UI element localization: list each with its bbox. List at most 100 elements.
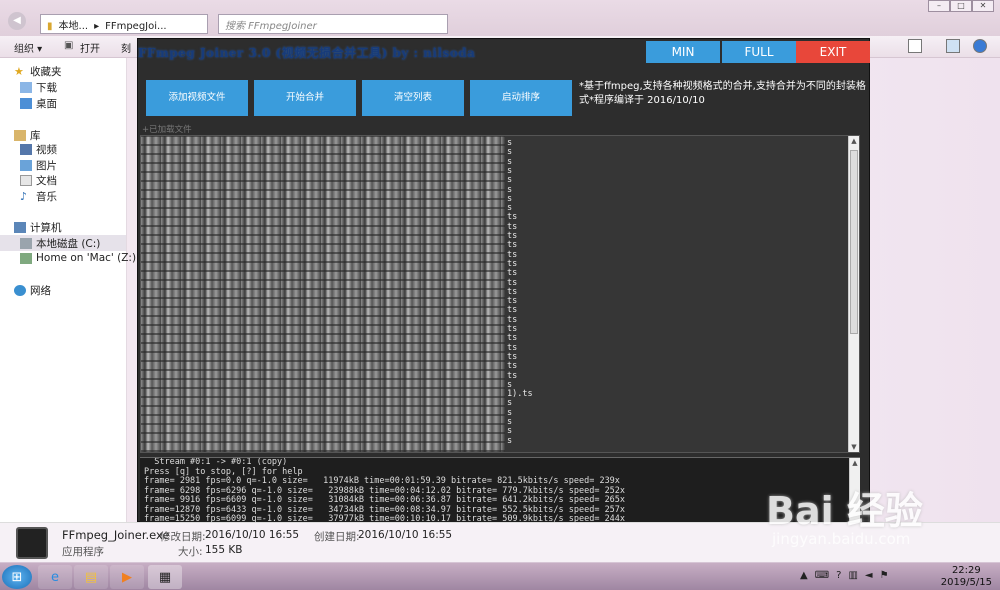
network-tray-icon[interactable]: ▥ xyxy=(848,570,857,581)
sidebar-item-label: 网络 xyxy=(30,285,51,297)
sidebar-item-computer[interactable]: 计算机 xyxy=(14,220,62,235)
address-bar[interactable]: ▮ 本地... ▸ FFmpegJoi... xyxy=(40,14,208,34)
view-icon[interactable] xyxy=(908,39,922,53)
detail-size: 155 KB xyxy=(205,544,243,556)
nav-buttons: ◀ xyxy=(8,12,26,30)
network-drive-icon xyxy=(20,252,32,264)
sidebar-item-pictures[interactable]: 图片 xyxy=(20,158,57,173)
sidebar-item-label: 计算机 xyxy=(30,222,62,234)
baidu-watermark-url: jingyan.baidu.com xyxy=(772,530,911,548)
help-tray-icon[interactable]: ? xyxy=(836,570,841,581)
file-list-item[interactable]: ts xyxy=(507,334,517,343)
video-icon xyxy=(20,144,32,155)
sidebar-item-label: 图片 xyxy=(36,160,57,172)
sidebar-item-desktop[interactable]: 桌面 xyxy=(20,96,57,111)
open-button[interactable]: 打开 xyxy=(80,40,100,55)
sidebar-item-network[interactable]: 网络 xyxy=(14,283,51,298)
sort-button[interactable]: 启动排序 xyxy=(470,80,572,116)
sidebar-item-favorites[interactable]: ★ 收藏夹 xyxy=(14,64,62,79)
detail-size-label: 大小: xyxy=(178,546,203,558)
scroll-up-icon[interactable]: ▲ xyxy=(849,136,859,146)
detail-filetype: 应用程序 xyxy=(62,546,104,558)
clock-date: 2019/5/15 xyxy=(940,577,992,588)
sidebar-item-label: 下载 xyxy=(36,82,57,94)
list-scrollbar[interactable]: ▲ ▼ xyxy=(848,136,859,452)
sidebar-item-documents[interactable]: 文档 xyxy=(20,173,57,188)
back-icon[interactable]: ◀ xyxy=(8,12,26,30)
taskbar: ⊞ e ▤ ▶ ▦ ▲ ⌨ ? ▥ ◄ ⚑ 22:29 2019/5/15 xyxy=(0,562,1000,590)
flag-icon[interactable]: ⚑ xyxy=(880,570,889,581)
sidebar-item-label: 库 xyxy=(30,130,41,142)
sidebar-item-music[interactable]: ♪ 音乐 xyxy=(20,189,57,204)
window-controls: – □ ✕ xyxy=(928,0,994,12)
document-icon xyxy=(20,175,32,186)
file-list[interactable]: s s s s s s s s ts ts ts ts ts ts ts ts ts ts ts ts ts ts ts ts… xyxy=(140,135,860,453)
file-list-item[interactable]: ts xyxy=(507,269,517,278)
organize-button[interactable]: 组织 ▾ xyxy=(14,40,42,55)
ie-icon[interactable]: e xyxy=(38,565,72,589)
explorer-icon[interactable]: ▤ xyxy=(74,565,108,589)
full-button[interactable]: FULL xyxy=(722,41,796,63)
close-icon[interactable]: ✕ xyxy=(972,0,994,12)
app-note: *基于ffmpeg,支持各种视频格式的合并,支持合并为不同的封装格式*程序编译于… xyxy=(579,81,866,106)
sidebar-item-label: 文档 xyxy=(36,175,57,187)
explorer-titlebar: ◀ ▮ 本地... ▸ FFmpegJoi... 搜索 FFmpegJoiner – … xyxy=(0,0,1000,36)
sidebar-item-label: 本地磁盘 (C:) xyxy=(36,238,101,250)
min-button[interactable]: MIN xyxy=(646,41,720,63)
sidebar-item-home-mac[interactable]: Home on 'Mac' (Z:) xyxy=(20,252,136,264)
show-hidden-icon[interactable]: ▲ xyxy=(800,570,808,581)
file-list-item[interactable]: ts xyxy=(507,362,517,371)
keyboard-icon[interactable]: ⌨ xyxy=(815,570,829,581)
sidebar-item-videos[interactable]: 视频 xyxy=(20,142,57,157)
file-list-item[interactable]: ts xyxy=(507,241,517,250)
add-video-button[interactable]: 添加视频文件 xyxy=(146,80,248,116)
address-part-2[interactable]: FFmpegJoi... xyxy=(105,21,166,32)
star-icon: ★ xyxy=(14,65,24,78)
clock[interactable]: 22:29 2019/5/15 xyxy=(941,565,992,589)
sidebar-item-downloads[interactable]: 下载 xyxy=(20,80,57,95)
sidebar-item-library[interactable]: 库 xyxy=(14,128,41,143)
media-player-icon[interactable]: ▶ xyxy=(110,565,144,589)
ffmpeg-joiner-taskbar-icon[interactable]: ▦ xyxy=(148,565,182,589)
scroll-thumb[interactable] xyxy=(850,150,858,334)
clear-list-button[interactable]: 清空列表 xyxy=(362,80,464,116)
volume-icon[interactable]: ◄ xyxy=(865,570,873,581)
clock-time: 22:29 xyxy=(951,565,981,576)
baidu-watermark-logo: Bai 经验 xyxy=(766,489,923,533)
detail-modified-label: 修改日期: xyxy=(160,531,206,543)
address-part-1[interactable]: 本地... xyxy=(59,21,89,32)
search-input[interactable]: 搜索 FFmpegJoiner xyxy=(218,14,448,34)
computer-icon xyxy=(14,222,26,233)
detail-filename: FFmpeg_Joiner.exe xyxy=(62,528,170,542)
maximize-icon[interactable]: □ xyxy=(950,0,972,12)
loaded-files-label: +已加载文件 xyxy=(142,125,192,135)
app-title: FFmpeg Joiner 3.0 (视频无损合并工具) by : nilsod… xyxy=(138,46,476,60)
scroll-down-icon[interactable]: ▼ xyxy=(849,442,859,452)
open-icon: ▣ xyxy=(64,40,74,51)
minimize-icon[interactable]: – xyxy=(928,0,950,12)
navigation-pane: ★ 收藏夹 下载 桌面 库 视频 图片 文档 ♪ 音乐 计算机 本地磁盘 (C:) … xyxy=(0,58,136,522)
film-icon xyxy=(16,527,48,559)
file-list-item[interactable]: s xyxy=(507,176,512,185)
sidebar-item-label: 音乐 xyxy=(36,191,57,203)
burn-button[interactable]: 刻 xyxy=(121,40,131,55)
sidebar-item-label: 收藏夹 xyxy=(30,66,62,78)
drive-icon xyxy=(20,238,32,249)
detail-modified: 2016/10/10 16:55 xyxy=(205,529,300,541)
detail-created-label: 创建日期: xyxy=(314,531,360,543)
sidebar-item-label: Home on 'Mac' (Z:) xyxy=(36,252,137,264)
start-button-icon[interactable]: ⊞ xyxy=(2,565,32,589)
system-tray: ▲ ⌨ ? ▥ ◄ ⚑ xyxy=(800,570,889,581)
help-icon[interactable] xyxy=(973,39,987,53)
file-list-item[interactable]: s xyxy=(507,148,512,157)
sidebar-item-label: 桌面 xyxy=(36,98,57,110)
exit-button[interactable]: EXIT xyxy=(796,41,870,63)
file-list-item[interactable]: s xyxy=(507,436,512,446)
sidebar-item-local-disk[interactable]: 本地磁盘 (C:) xyxy=(20,236,100,251)
preview-pane-icon[interactable] xyxy=(946,39,960,53)
file-list-item[interactable]: s xyxy=(507,427,512,436)
scroll-up-icon[interactable]: ▲ xyxy=(850,458,860,468)
start-merge-button[interactable]: 开始合并 xyxy=(254,80,356,116)
desktop-icon xyxy=(20,98,32,109)
ffmpeg-joiner-window: FFmpeg Joiner 3.0 (视频无损合并工具) by : nilsod… xyxy=(137,38,870,523)
